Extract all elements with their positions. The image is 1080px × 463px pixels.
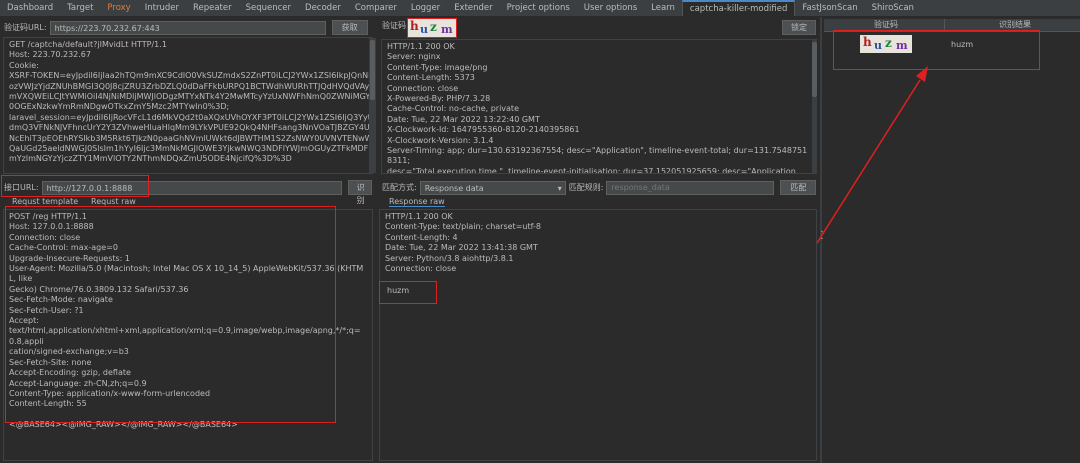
request-line: Accept-Encoding: gzip, deflate <box>9 368 131 378</box>
request-line: POST /reg HTTP/1.1 <box>9 212 87 221</box>
request-line: Sec-Fetch-Site: none <box>9 357 92 367</box>
request-line: Gecko) Chrome/76.0.3809.132 Safari/537.3… <box>9 284 189 294</box>
response-line: HTTP/1.1 200 OK <box>385 212 453 221</box>
recognize-button[interactable]: 识别 <box>347 180 372 205</box>
api-url-input[interactable]: http://127.0.0.1:8888 <box>41 180 342 195</box>
match-rule-label: 匹配规则: <box>568 183 604 192</box>
api-url-label: 接口URL: <box>4 183 39 192</box>
request-line: Cache-Control: max-age=0 <box>9 243 118 253</box>
response-line: Connection: close <box>385 264 457 274</box>
request-line: Sec-Fetch-Mode: navigate <box>9 295 113 305</box>
request-line: Host: 127.0.0.1:8888 <box>9 222 94 232</box>
request-line: Accept: <box>9 316 39 326</box>
request-line: text/html,application/xhtml+xml,applicat… <box>9 326 361 346</box>
request-template-text: POST /reg HTTP/1.1 Host: 127.0.0.1:8888 Co… <box>9 212 367 431</box>
request-line: Accept-Language: zh-CN,zh;q=0.9 <box>9 378 147 388</box>
recognition-response-viewer[interactable]: HTTP/1.1 200 OK Content-Type: text/plain;… <box>379 209 817 461</box>
request-line: Content-Type: application/x-www-form-url… <box>9 388 211 398</box>
request-line: User-Agent: Mozilla/5.0 (Macintosh; Inte… <box>9 264 364 284</box>
api-url-row: 接口URL: http://127.0.0.1:8888 识别 <box>4 180 372 205</box>
request-line: Sec-Fetch-User: ?1 <box>9 305 84 315</box>
match-row: 匹配方式: Response data ▾ 匹配规则: 匹配 <box>382 180 817 195</box>
match-rule-input[interactable] <box>606 180 775 195</box>
tab-request-raw[interactable]: Requst raw <box>91 197 136 206</box>
request-line: Content-Length: 55 <box>9 399 87 409</box>
match-mode-select[interactable]: Response data ▾ <box>419 180 566 195</box>
request-line: <@BASE64><@IMG_RAW></@IMG_RAW></@BASE64> <box>9 420 238 430</box>
tab-response-raw[interactable]: Response raw <box>389 197 445 207</box>
response-line: Date: Tue, 22 Mar 2022 13:41:38 GMT <box>385 243 538 253</box>
request-line: Connection: close <box>9 232 81 242</box>
recognition-response-body: huzm <box>387 286 410 296</box>
request-template-editor[interactable]: POST /reg HTTP/1.1 Host: 127.0.0.1:8888 Co… <box>3 209 373 461</box>
match-button[interactable]: 匹配 <box>780 180 817 195</box>
response-line: Content-Length: 4 <box>385 232 458 242</box>
request-line: cation/signed-exchange;v=b3 <box>9 347 129 357</box>
response-line: Server: Python/3.8 aiohttp/3.8.1 <box>385 253 514 263</box>
tab-request-template[interactable]: Requst template <box>12 197 79 207</box>
request-line: Upgrade-Insecure-Requests: 1 <box>9 253 130 263</box>
response-line: Content-Type: text/plain; charset=utf-8 <box>385 222 541 232</box>
chevron-down-icon: ▾ <box>557 183 562 193</box>
request-line <box>9 410 367 420</box>
recognition-response-text: HTTP/1.1 200 OK Content-Type: text/plain;… <box>385 212 811 274</box>
match-mode-value: Response data <box>424 183 484 193</box>
match-mode-label: 匹配方式: <box>382 183 417 192</box>
